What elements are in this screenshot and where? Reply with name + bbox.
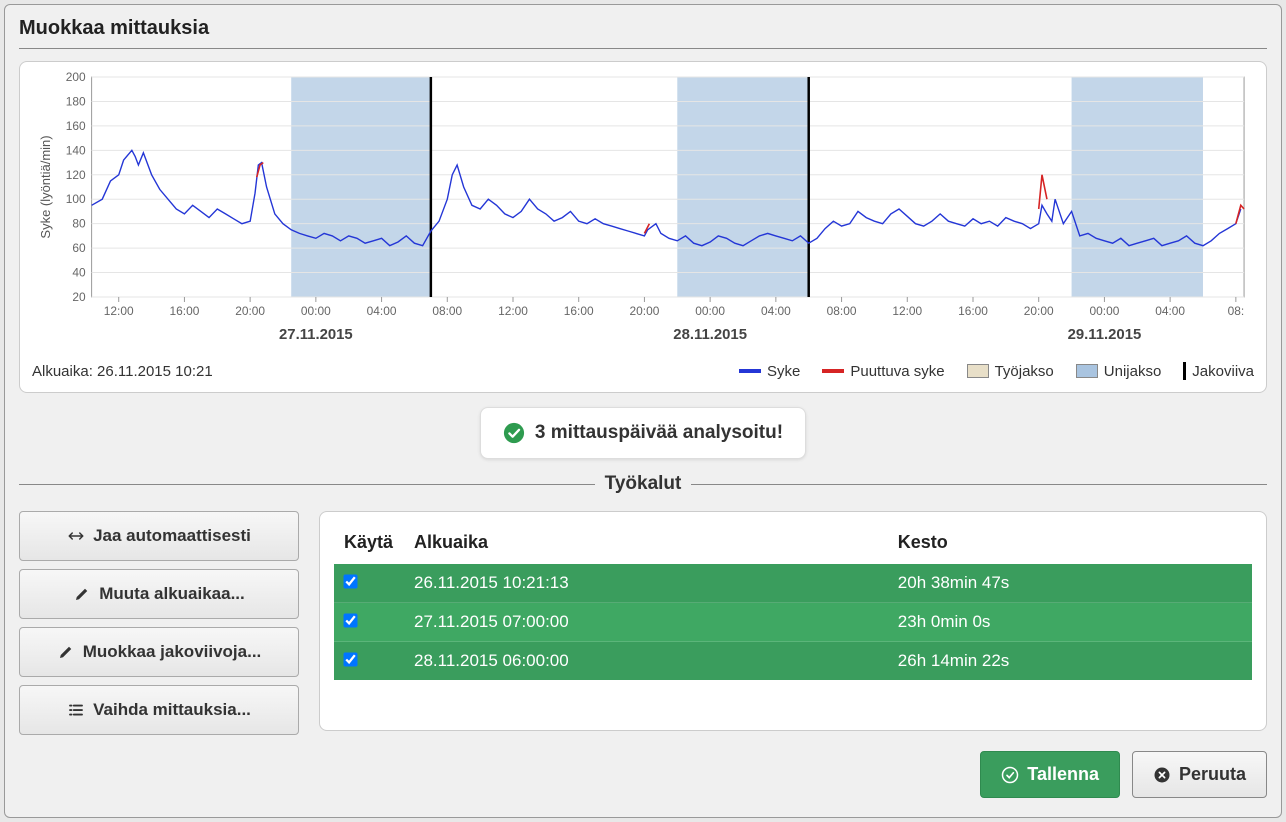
svg-text:20: 20 [72, 290, 86, 304]
cell-duration: 20h 38min 47s [888, 564, 1252, 603]
legend-divider: Jakoviiva [1183, 362, 1254, 380]
svg-text:16:00: 16:00 [170, 304, 200, 318]
cancel-button[interactable]: Peruuta [1132, 751, 1267, 798]
legend-syke: Syke [739, 363, 800, 380]
check-circle-icon [503, 422, 525, 444]
dialog-title: Muokkaa mittauksia [19, 17, 1267, 49]
status-message: 3 mittauspäivää analysoitu! [535, 422, 783, 444]
check-circle-icon [1001, 766, 1019, 784]
measurement-table: Käytä Alkuaika Kesto 26.11.2015 10:21:13… [334, 526, 1252, 680]
dialog-footer: Tallenna Peruuta [19, 751, 1267, 798]
legend-sleep: Unijakso [1076, 363, 1162, 380]
cell-start: 27.11.2015 07:00:00 [404, 603, 888, 642]
tools-area: Jaa automaattisesti Muuta alkuaikaa... M… [19, 511, 1267, 735]
svg-text:12:00: 12:00 [104, 304, 134, 318]
svg-text:12:00: 12:00 [498, 304, 528, 318]
svg-text:Syke (lyöntiä/min): Syke (lyöntiä/min) [38, 135, 53, 238]
col-start: Alkuaika [404, 526, 888, 564]
list-icon [67, 701, 85, 719]
svg-text:120: 120 [66, 168, 86, 182]
svg-text:200: 200 [66, 72, 86, 84]
svg-text:00:00: 00:00 [695, 304, 725, 318]
heart-rate-chart[interactable]: 20 40 60 80 100 120 140 160 180 200 12:00 16:00 20:0… [32, 72, 1254, 352]
legend-work: Työjakso [967, 363, 1054, 380]
svg-text:20:00: 20:00 [630, 304, 660, 318]
save-button[interactable]: Tallenna [980, 751, 1120, 798]
chart-card: 20 40 60 80 100 120 140 160 180 200 12:00 16:00 20:0… [19, 61, 1267, 393]
auto-split-button[interactable]: Jaa automaattisesti [19, 511, 299, 561]
pencil-icon [57, 643, 75, 661]
col-duration: Kesto [888, 526, 1252, 564]
svg-text:16:00: 16:00 [958, 304, 988, 318]
cell-start: 26.11.2015 10:21:13 [404, 564, 888, 603]
svg-text:04:00: 04:00 [1155, 304, 1185, 318]
pencil-icon [73, 585, 91, 603]
change-measurements-button[interactable]: Vaihda mittauksia... [19, 685, 299, 735]
svg-text:20:00: 20:00 [1024, 304, 1054, 318]
svg-text:180: 180 [66, 94, 86, 108]
cell-duration: 26h 14min 22s [888, 642, 1252, 681]
close-circle-icon [1153, 766, 1171, 784]
change-start-button[interactable]: Muuta alkuaikaa... [19, 569, 299, 619]
svg-text:12:00: 12:00 [892, 304, 922, 318]
svg-text:00:00: 00:00 [1090, 304, 1120, 318]
col-use: Käytä [334, 526, 404, 564]
svg-text:160: 160 [66, 119, 86, 133]
svg-text:28.11.2015: 28.11.2015 [673, 326, 747, 343]
tool-buttons: Jaa automaattisesti Muuta alkuaikaa... M… [19, 511, 299, 735]
chart-footer: Alkuaika: 26.11.2015 10:21 Syke Puuttuva… [32, 362, 1254, 380]
use-checkbox[interactable] [343, 574, 357, 588]
svg-text:16:00: 16:00 [564, 304, 594, 318]
use-checkbox[interactable] [343, 613, 357, 627]
use-checkbox[interactable] [343, 652, 357, 666]
svg-text:29.11.2015: 29.11.2015 [1068, 326, 1142, 343]
svg-text:08:: 08: [1228, 304, 1245, 318]
chart-start-time: Alkuaika: 26.11.2015 10:21 [32, 363, 213, 380]
cell-start: 28.11.2015 06:00:00 [404, 642, 888, 681]
measurement-table-card: Käytä Alkuaika Kesto 26.11.2015 10:21:13… [319, 511, 1267, 731]
svg-text:04:00: 04:00 [761, 304, 791, 318]
edit-dividers-button[interactable]: Muokkaa jakoviivoja... [19, 627, 299, 677]
legend-missing: Puuttuva syke [822, 363, 944, 380]
svg-text:04:00: 04:00 [367, 304, 397, 318]
svg-text:40: 40 [72, 266, 86, 280]
table-row[interactable]: 28.11.2015 06:00:0026h 14min 22s [334, 642, 1252, 681]
arrows-h-icon [67, 527, 85, 545]
svg-text:27.11.2015: 27.11.2015 [279, 326, 353, 343]
tools-divider: Työkalut [19, 473, 1267, 495]
svg-text:00:00: 00:00 [301, 304, 331, 318]
svg-text:140: 140 [66, 143, 86, 157]
status-chip: 3 mittauspäivää analysoitu! [480, 407, 806, 459]
svg-text:20:00: 20:00 [235, 304, 265, 318]
svg-text:08:00: 08:00 [432, 304, 462, 318]
svg-text:60: 60 [72, 241, 86, 255]
table-row[interactable]: 26.11.2015 10:21:1320h 38min 47s [334, 564, 1252, 603]
svg-text:08:00: 08:00 [827, 304, 857, 318]
table-row[interactable]: 27.11.2015 07:00:0023h 0min 0s [334, 603, 1252, 642]
edit-measurements-dialog: Muokkaa mittauksia 20 40 60 80 100 120 140 160 1… [4, 4, 1282, 818]
svg-text:100: 100 [66, 192, 86, 206]
cell-duration: 23h 0min 0s [888, 603, 1252, 642]
svg-text:80: 80 [72, 217, 86, 231]
